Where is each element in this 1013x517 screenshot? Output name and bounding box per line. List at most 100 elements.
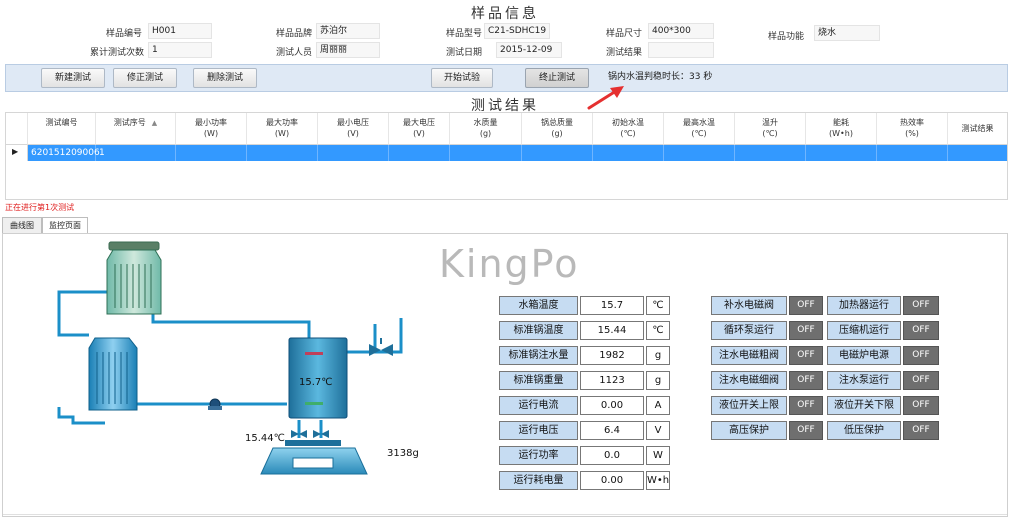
cell-efficiency[interactable] [877, 145, 948, 161]
sample-no-field[interactable]: H001 [148, 23, 212, 39]
status-indicator-refill-valve: OFF [789, 296, 823, 315]
cell-pot-mass[interactable] [522, 145, 593, 161]
status-indicator-coarse-valve: OFF [789, 346, 823, 365]
sample-no-label: 样品编号 [105, 29, 142, 39]
results-grid[interactable]: 测试编号 测试序号 ▲ 最小功率 (W) 最大功率 (W) 最小电压 (V) 最大电压(… [5, 112, 1008, 200]
tank-temp-readout: 15.7℃ [299, 377, 333, 388]
status-label-heater: 加热器运行 [827, 296, 901, 315]
function-label: 样品功能 [767, 32, 804, 42]
cell-max-temp[interactable] [664, 145, 735, 161]
col-header-temp-rise[interactable]: 温升 (℃) [735, 113, 806, 145]
status-label-compressor: 压缩机运行 [827, 321, 901, 340]
measure-value-water-tank-temp: 15.7 [580, 296, 644, 315]
measure-label-pot-weight: 标准锅重量 [499, 371, 578, 390]
test-date-field[interactable]: 2015-12-09 [496, 42, 562, 58]
tab-monitor[interactable]: 监控页面 [42, 217, 88, 234]
measure-label-energy: 运行耗电量 [499, 471, 578, 490]
drain-valves-icon [291, 430, 329, 438]
current-row-icon: ▶ [12, 147, 19, 156]
cooling-tank [88, 337, 138, 411]
status-indicator-level-upper: OFF [789, 396, 823, 415]
table-row[interactable]: ▶ 620151209006 1 [6, 145, 1007, 161]
scale [260, 440, 368, 475]
col-header-efficiency[interactable]: 热效率 (%) [877, 113, 948, 145]
brand-field[interactable]: 苏泊尔 [316, 23, 380, 39]
cell-result[interactable] [948, 145, 1007, 161]
status-indicator-high-pressure: OFF [789, 421, 823, 440]
col-header-max-temp[interactable]: 最高水温 (℃) [664, 113, 735, 145]
status-label-circulation-pump: 循环泵运行 [711, 321, 787, 340]
row-indicator: ▶ [6, 145, 28, 161]
status-label-low-pressure: 低压保护 [827, 421, 901, 440]
model-field[interactable]: C21-SDHC19 [484, 23, 550, 39]
water-tank [106, 241, 162, 315]
function-field[interactable]: 烧水 [814, 25, 880, 41]
col-header-pot-mass[interactable]: 锅总质量 (g) [522, 113, 593, 145]
status-indicator-level-lower: OFF [903, 396, 939, 415]
status-label-high-pressure: 高压保护 [711, 421, 787, 440]
start-test-button[interactable]: 开始试验 [431, 68, 493, 88]
measure-unit-water-tank-temp: ℃ [646, 296, 670, 315]
status-text: 正在进行第1次测试 [5, 203, 75, 212]
measure-value-pot-weight: 1123 [580, 371, 644, 390]
cell-min-power[interactable] [176, 145, 247, 161]
scale-weight-readout: 3138g [387, 448, 419, 459]
delete-test-button[interactable]: 删除测试 [193, 68, 257, 88]
test-result-field[interactable] [648, 42, 714, 58]
col-header-init-temp[interactable]: 初始水温 (℃) [593, 113, 664, 145]
measure-label-water-tank-temp: 水箱温度 [499, 296, 578, 315]
measure-unit-power: W [646, 446, 670, 465]
cell-energy[interactable] [806, 145, 877, 161]
grid-corner [6, 113, 28, 145]
measure-unit-voltage: V [646, 421, 670, 440]
bottom-divider [3, 514, 1007, 515]
test-count-field[interactable]: 1 [148, 42, 212, 58]
size-label: 样品尺寸 [605, 29, 642, 39]
measure-label-pot-temp: 标准锅温度 [499, 321, 578, 340]
tester-field[interactable]: 周丽丽 [316, 42, 380, 58]
col-header-max-power[interactable]: 最大功率 (W) [247, 113, 318, 145]
status-label-induction-power: 电磁炉电源 [827, 346, 901, 365]
measure-unit-energy: W•h [646, 471, 670, 490]
sample-info-title: 样品信息 [471, 6, 539, 22]
monitor-page: KingPo 15.7℃ 15.44℃ 3138g 水箱温度 15.7 ℃ 标准… [2, 233, 1008, 517]
size-field[interactable]: 400*300 [648, 23, 714, 39]
new-test-button[interactable]: 新建测试 [41, 68, 105, 88]
col-header-water-mass[interactable]: 水质量 (g) [450, 113, 522, 145]
col-header-energy[interactable]: 能耗 (W•h) [806, 113, 877, 145]
cell-init-temp[interactable] [593, 145, 664, 161]
status-indicator-fine-valve: OFF [789, 371, 823, 390]
cell-temp-rise[interactable] [735, 145, 806, 161]
status-indicator-heater: OFF [903, 296, 939, 315]
cell-max-power[interactable] [247, 145, 318, 161]
col-header-test-no[interactable]: 测试编号 [28, 113, 96, 145]
cell-test-no[interactable]: 620151209006 [28, 145, 100, 161]
cell-seq[interactable]: 1 [96, 145, 176, 161]
cell-max-voltage[interactable] [389, 145, 450, 161]
cell-min-voltage[interactable] [318, 145, 389, 161]
tester-label: 测试人员 [275, 48, 312, 58]
measure-label-power: 运行功率 [499, 446, 578, 465]
status-indicator-compressor: OFF [903, 321, 939, 340]
status-label-coarse-valve: 注水电磁粗阀 [711, 346, 787, 365]
measure-unit-fill-amount: g [646, 346, 670, 365]
status-label-fill-pump: 注水泵运行 [827, 371, 901, 390]
edit-test-button[interactable]: 修正测试 [113, 68, 177, 88]
col-header-min-voltage[interactable]: 最小电压 (V) [318, 113, 389, 145]
measurement-panel: 水箱温度 15.7 ℃ 标准锅温度 15.44 ℃ 标准锅注水量 1982 g … [499, 296, 673, 492]
toolbar: 新建测试 修正测试 删除测试 开始试验 终止测试 锅内水温判稳时长：33 秒 [5, 64, 1008, 92]
tab-curve[interactable]: 曲线图 [2, 217, 42, 233]
status-indicator-panel: 补水电磁阀 OFF 加热器运行 OFF 循环泵运行 OFF 压缩机运行 OFF … [711, 296, 941, 446]
status-indicator-fill-pump: OFF [903, 371, 939, 390]
col-header-max-voltage[interactable]: 最大电压 (V) [389, 113, 450, 145]
measure-value-voltage: 6.4 [580, 421, 644, 440]
col-header-min-power[interactable]: 最小功率 (W) [176, 113, 247, 145]
status-label-level-upper: 液位开关上限 [711, 396, 787, 415]
col-header-seq[interactable]: 测试序号 ▲ [96, 113, 176, 145]
status-label-refill-valve: 补水电磁阀 [711, 296, 787, 315]
status-label-fine-valve: 注水电磁细阀 [711, 371, 787, 390]
col-header-result[interactable]: 测试结果 [948, 113, 1007, 145]
cell-water-mass[interactable] [450, 145, 522, 161]
measure-value-energy: 0.00 [580, 471, 644, 490]
status-label-level-lower: 液位开关下限 [827, 396, 901, 415]
